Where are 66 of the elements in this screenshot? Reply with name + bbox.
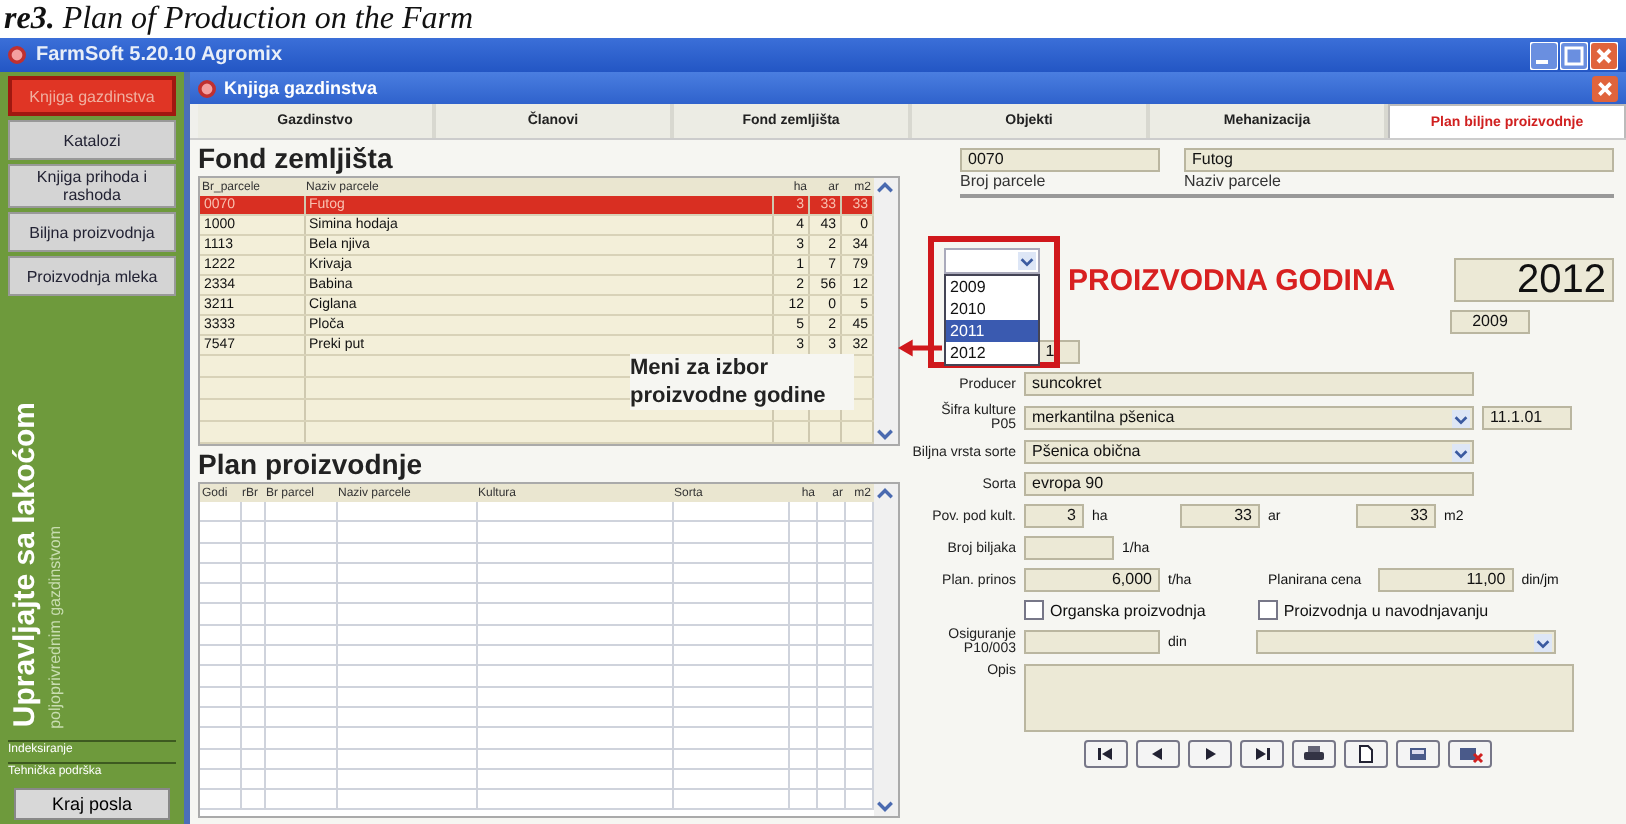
print-button[interactable]: [1292, 740, 1336, 768]
are-field[interactable]: 33: [1180, 504, 1260, 528]
subwindow-title: Knjiga gazdinstva: [224, 78, 378, 98]
dropdown-option[interactable]: 2009: [946, 276, 1038, 298]
scrollbar[interactable]: [874, 484, 898, 816]
delete-button[interactable]: [1448, 740, 1492, 768]
year-heading: PROIZVODNA GODINA: [1068, 263, 1396, 297]
scroll-down-icon[interactable]: [876, 796, 894, 814]
field-label: Naziv parcele: [1184, 172, 1283, 190]
window-title: FarmSoft 5.20.10 Agromix: [36, 44, 283, 66]
exit-button[interactable]: Kraj posla: [14, 788, 170, 820]
dropdown-option[interactable]: 2011: [946, 320, 1038, 342]
dropdown-arrow-icon: [1452, 444, 1470, 462]
section-heading: Fond zemljišta: [198, 140, 395, 176]
dropdown-arrow-icon: [1534, 634, 1552, 652]
maximize-icon[interactable]: [1560, 41, 1588, 69]
next-button[interactable]: [1188, 740, 1232, 768]
scroll-up-icon[interactable]: [876, 180, 894, 198]
sort-field[interactable]: evropa 90: [1024, 472, 1474, 496]
checkbox-label: Proizvodnja u navodnjavanju: [1283, 601, 1489, 619]
app-icon: [8, 46, 26, 64]
insurance-field[interactable]: [1024, 630, 1160, 654]
square-meter-field[interactable]: 33: [1356, 504, 1436, 528]
dropdown-arrow-icon: [1452, 410, 1470, 428]
culture-dropdown[interactable]: merkantilna pšenica: [1024, 406, 1474, 430]
checkbox[interactable]: [1257, 600, 1278, 620]
producer-field[interactable]: suncokret: [1024, 372, 1474, 396]
sidebar-item[interactable]: Katalozi: [8, 120, 176, 160]
year-from-field[interactable]: 2009: [1450, 310, 1530, 334]
sidebar-item[interactable]: Proizvodnja mleka: [8, 256, 176, 296]
previous-button[interactable]: [1136, 740, 1180, 768]
printer-icon: [1298, 744, 1330, 764]
slogan-subtext: poljoprivrednim gazdinstvom: [46, 525, 64, 728]
section-heading: Plan proizvodnje: [198, 446, 425, 482]
checkbox-label: Organska proizvodnja: [1050, 601, 1206, 619]
scroll-up-icon[interactable]: [876, 486, 894, 504]
plants-field[interactable]: [1024, 536, 1114, 560]
variety-dropdown[interactable]: Pšenica obična: [1024, 440, 1474, 464]
first-record-button[interactable]: [1084, 740, 1128, 768]
close-icon[interactable]: [1590, 41, 1618, 69]
save-button[interactable]: [1396, 740, 1440, 768]
dropdown-arrow-icon: [1018, 252, 1036, 270]
last-record-button[interactable]: [1240, 740, 1284, 768]
parcel-name-field[interactable]: Futog: [1184, 148, 1614, 172]
scroll-down-icon[interactable]: [876, 424, 894, 442]
new-document-button[interactable]: [1344, 740, 1388, 768]
price-field[interactable]: 11,00: [1377, 568, 1514, 592]
culture-code-field[interactable]: 11.1.01: [1482, 406, 1572, 430]
annotation-text: Meni za izbor proizvodne godine: [630, 354, 854, 410]
figure-caption: re3. Plan of Production on the Farm: [2, 0, 475, 38]
dropdown-option[interactable]: 2010: [946, 298, 1038, 320]
hectare-field[interactable]: 3: [1024, 504, 1084, 528]
year-field[interactable]: 2012: [1454, 258, 1614, 302]
scrollbar[interactable]: [874, 178, 898, 444]
parcel-number-field[interactable]: 0070: [960, 148, 1160, 172]
annotation-arrow: [898, 336, 942, 360]
yield-field[interactable]: 6,000: [1024, 568, 1160, 592]
minimize-icon[interactable]: [1530, 41, 1558, 69]
subwindow-icon: [198, 79, 216, 97]
sidebar-item[interactable]: Knjiga prihoda i rashoda: [8, 164, 176, 208]
sidebar-item[interactable]: Biljna proizvodnja: [8, 212, 176, 252]
close-icon[interactable]: [1592, 75, 1618, 101]
checkbox[interactable]: [1024, 600, 1044, 620]
slogan-text: Upravljajte sa lakoćom: [8, 402, 42, 728]
delete-icon: [1454, 744, 1486, 764]
field-label: Broj parcele: [960, 172, 1048, 190]
